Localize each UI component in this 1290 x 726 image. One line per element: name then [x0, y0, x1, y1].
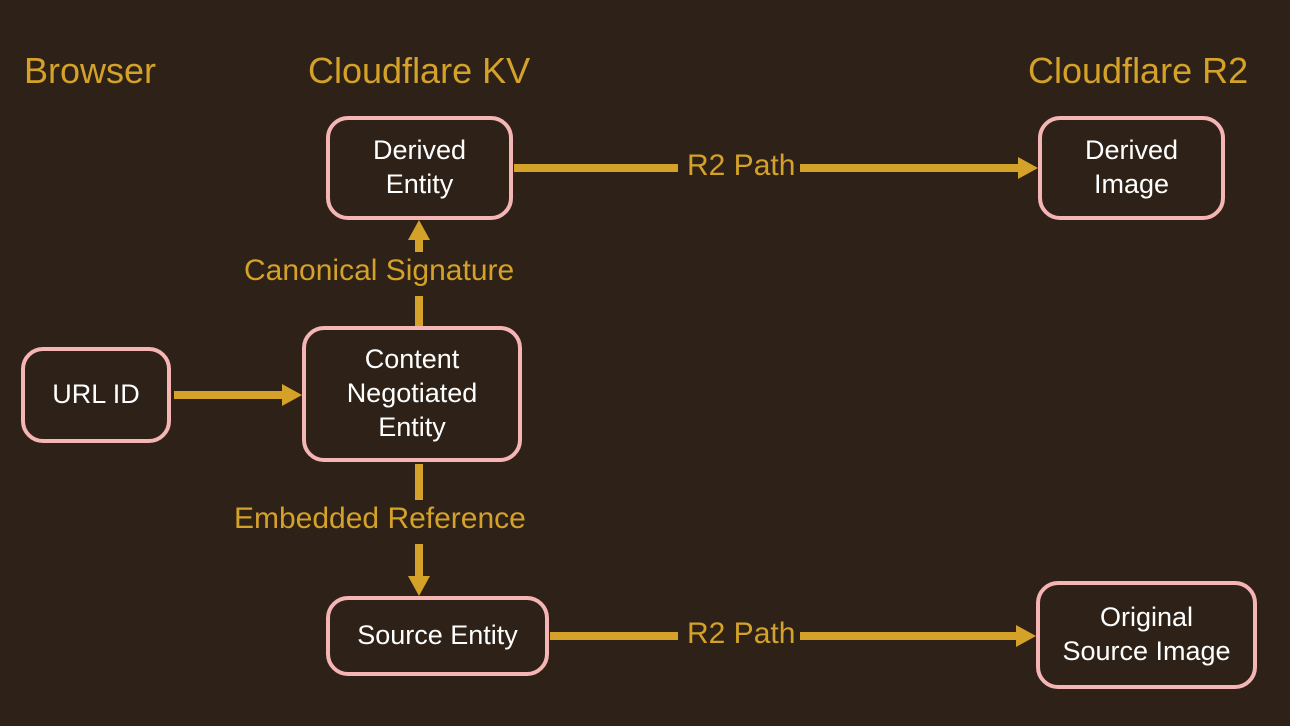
arrow-url-to-content	[174, 384, 302, 406]
node-derived-entity: Derived Entity	[326, 116, 513, 220]
node-content-negotiated-entity: Content Negotiated Entity	[302, 326, 522, 462]
node-label: URL ID	[52, 378, 140, 412]
node-derived-image: Derived Image	[1038, 116, 1225, 220]
node-label: Source Entity	[357, 619, 518, 653]
column-header-r2: Cloudflare R2	[1028, 50, 1248, 92]
edge-label-canonical-signature: Canonical Signature	[244, 254, 514, 288]
edge-label-r2-path-top: R2 Path	[687, 149, 795, 183]
column-header-browser: Browser	[24, 50, 156, 92]
node-label: Derived Image	[1085, 134, 1178, 202]
node-source-entity: Source Entity	[326, 596, 549, 676]
column-header-kv: Cloudflare KV	[308, 50, 530, 92]
node-label: Original Source Image	[1062, 601, 1230, 669]
node-label: Derived Entity	[373, 134, 466, 202]
edge-label-embedded-reference: Embedded Reference	[234, 502, 526, 536]
edge-label-r2-path-bottom: R2 Path	[687, 617, 795, 651]
node-original-source-image: Original Source Image	[1036, 581, 1257, 689]
node-label: Content Negotiated Entity	[347, 343, 478, 444]
node-url-id: URL ID	[21, 347, 171, 443]
